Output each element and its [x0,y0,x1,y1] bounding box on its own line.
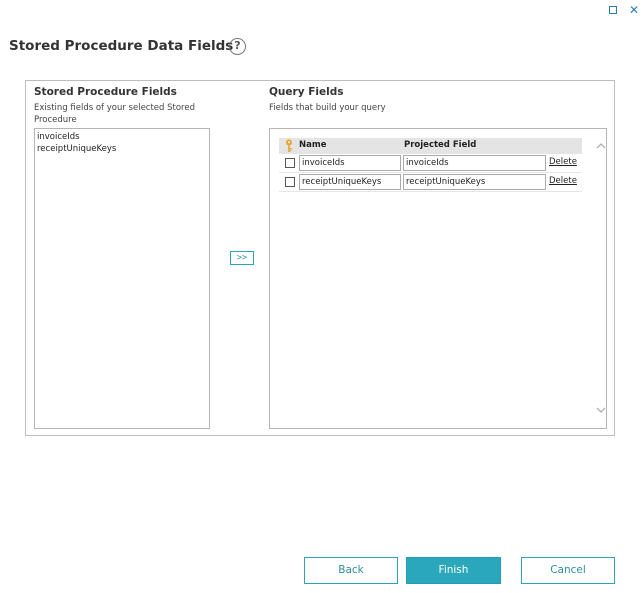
query-fields-grid-container: Name Projected Field invoiceIds invoiceI… [269,128,607,429]
query-fields-title: Query Fields [269,86,344,98]
row-checkbox[interactable] [285,177,295,187]
grid-header: Name Projected Field [279,138,582,154]
delete-link[interactable]: Delete [549,176,577,186]
table-row: invoiceIds invoiceIds Delete [279,154,582,173]
stored-procedure-fields-subtitle: Existing fields of your selected Stored … [34,103,195,125]
list-item[interactable]: receiptUniqueKeys [37,143,207,155]
scroll-down-icon[interactable] [596,405,606,415]
list-item[interactable]: invoiceIds [37,131,207,143]
stored-procedure-fields-list[interactable]: invoiceIds receiptUniqueKeys [34,128,210,429]
delete-link[interactable]: Delete [549,157,577,167]
maximize-icon[interactable] [607,4,619,16]
close-icon[interactable]: ✕ [628,4,640,16]
back-button[interactable]: Back [304,557,398,584]
name-field[interactable]: receiptUniqueKeys [299,174,401,190]
row-checkbox[interactable] [285,158,295,168]
key-icon [286,139,292,152]
table-row: receiptUniqueKeys receiptUniqueKeys Dele… [279,173,582,192]
page-title: Stored Procedure Data Fields [9,38,234,54]
column-header-name[interactable]: Name [299,140,326,150]
help-icon[interactable]: ? [229,38,246,55]
finish-button[interactable]: Finish [406,557,501,584]
query-fields-grid: Name Projected Field invoiceIds invoiceI… [279,138,582,192]
add-fields-button[interactable]: >> [230,251,254,265]
name-field[interactable]: invoiceIds [299,155,401,171]
cancel-button[interactable]: Cancel [521,557,615,584]
scroll-up-icon[interactable] [596,141,606,151]
query-fields-subtitle: Fields that build your query [269,103,386,113]
column-header-projected-field[interactable]: Projected Field [404,140,476,150]
projected-field-input[interactable]: invoiceIds [403,155,546,171]
stored-procedure-fields-title: Stored Procedure Fields [34,86,177,98]
projected-field-input[interactable]: receiptUniqueKeys [403,174,546,190]
